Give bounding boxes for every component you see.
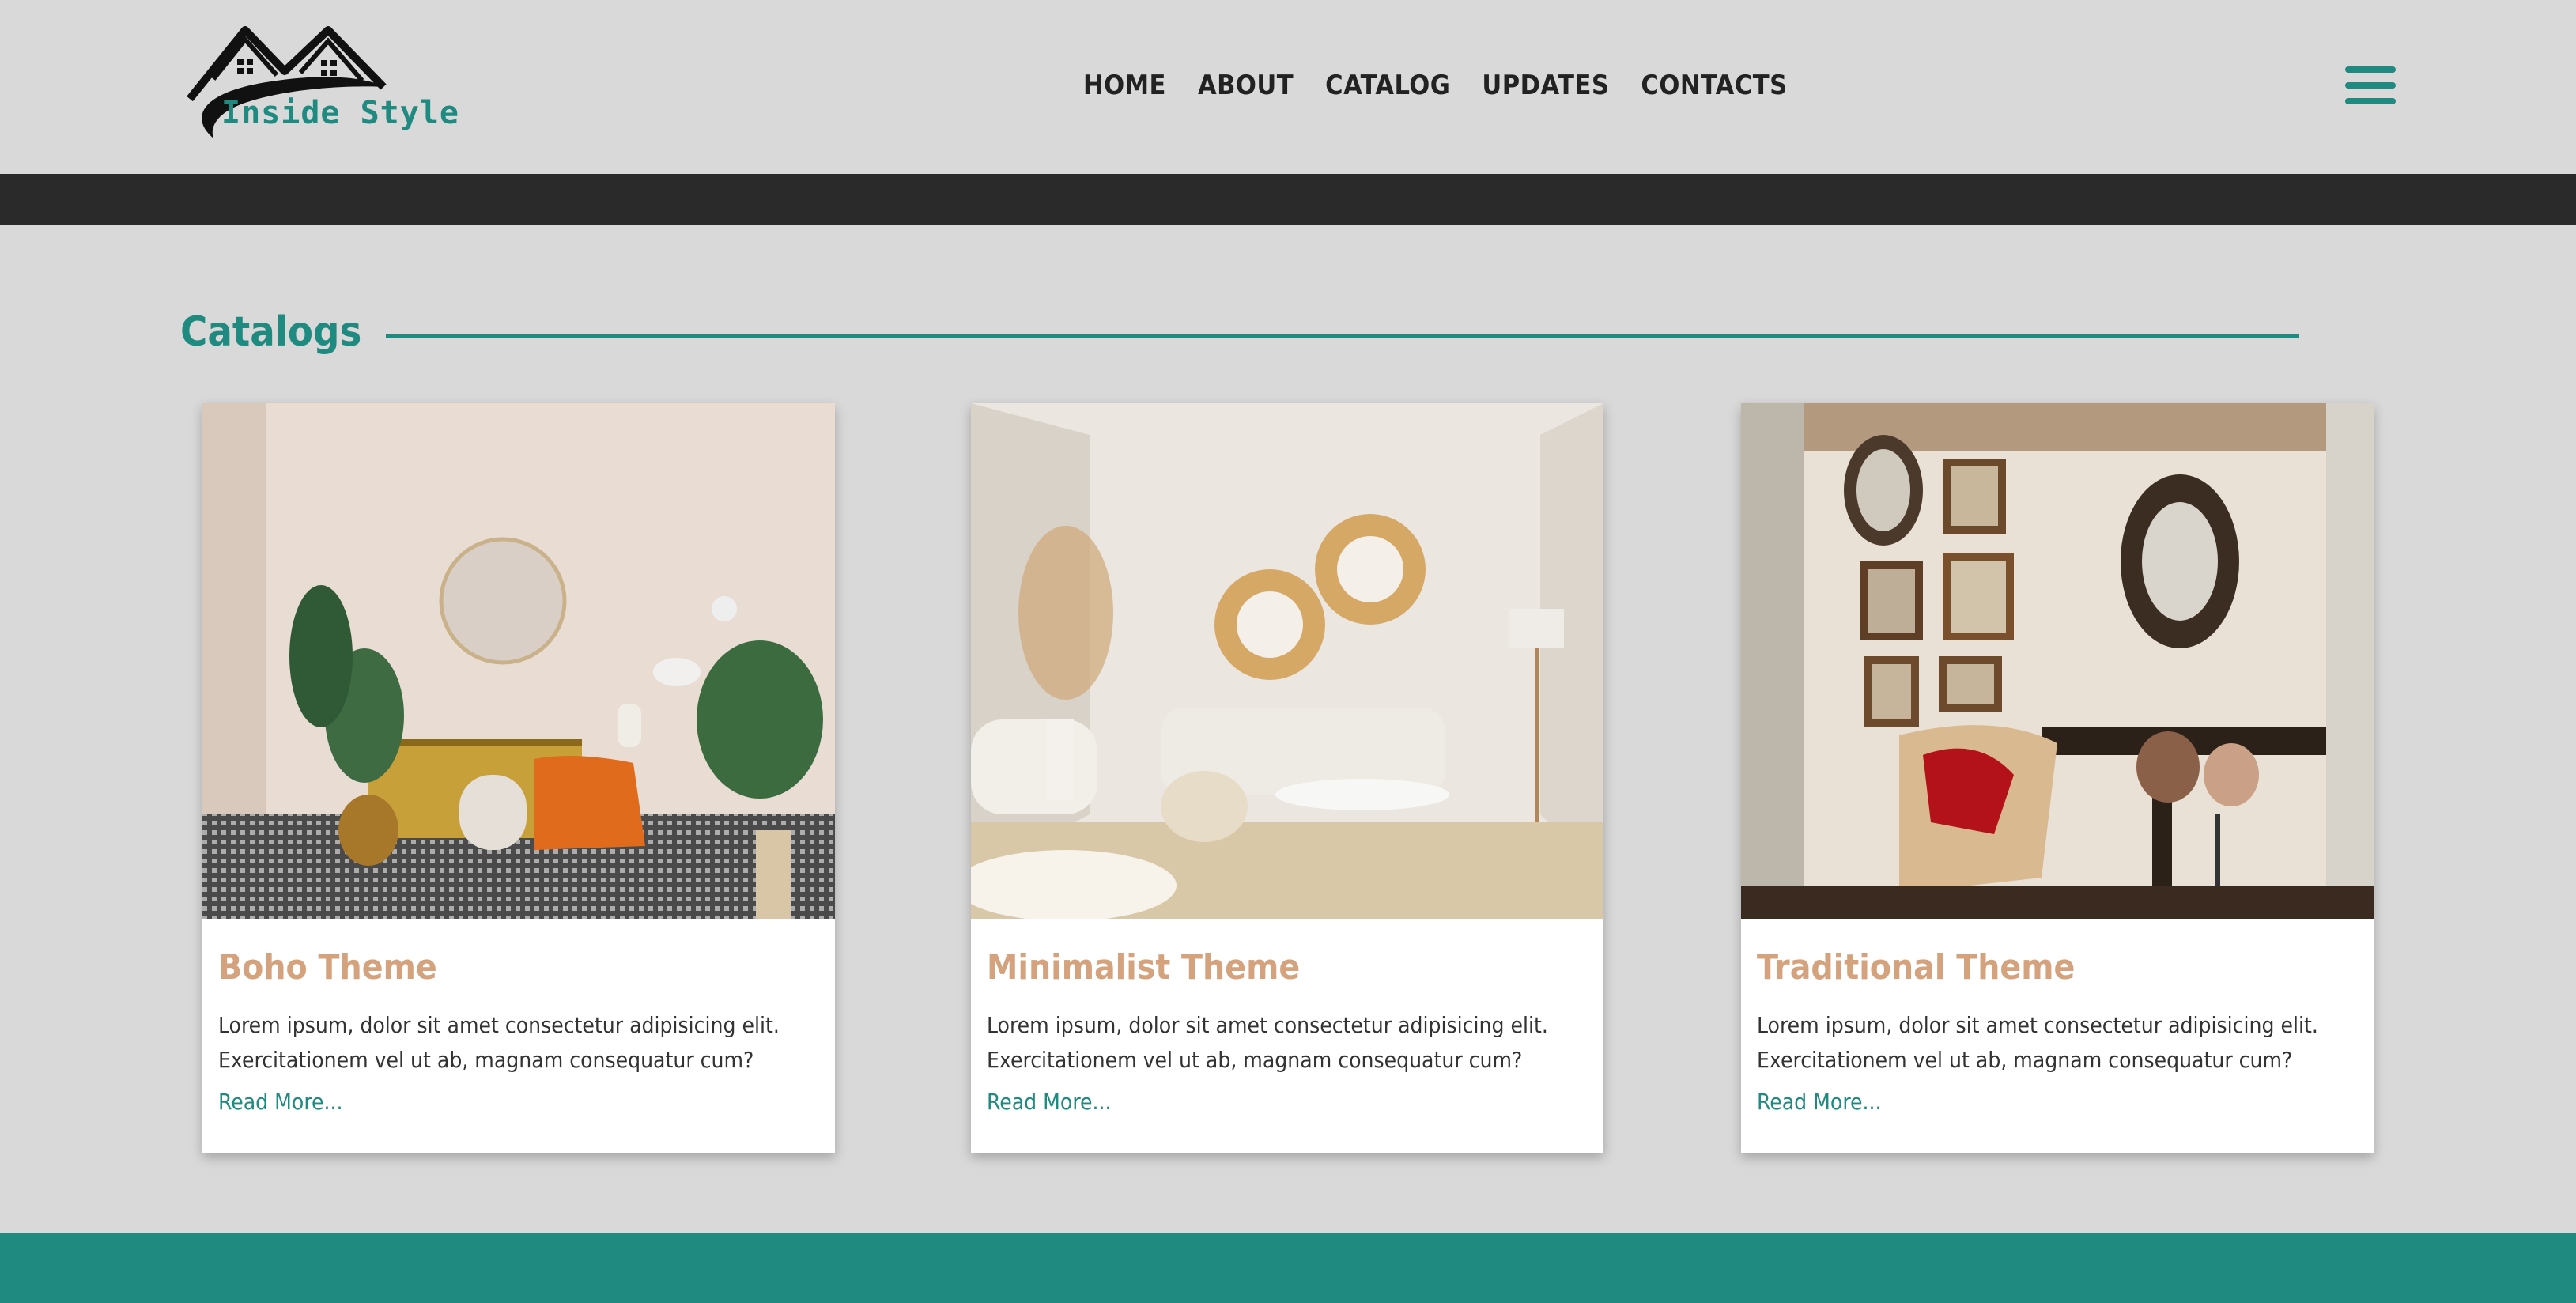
card-description-line: Lorem ipsum, dolor sit amet consectetur … <box>987 1012 1548 1038</box>
read-more-link[interactable]: Read More... <box>987 1089 1112 1115</box>
card-description-line: Lorem ipsum, dolor sit amet consectetur … <box>1757 1012 2318 1038</box>
card-body: Minimalist Theme Lorem ipsum, dolor sit … <box>971 947 1603 1115</box>
hero-band <box>0 174 2576 225</box>
nav-contacts[interactable]: CONTACTS <box>1641 70 1787 101</box>
nav-updates[interactable]: UPDATES <box>1482 70 1609 101</box>
menu-bar <box>2345 82 2396 89</box>
catalog-card-minimalist: Minimalist Theme Lorem ipsum, dolor sit … <box>971 403 1603 1153</box>
card-description-line: Exercitationem vel ut ab, magnam consequ… <box>987 1047 1523 1073</box>
card-title: Boho Theme <box>218 947 437 988</box>
read-more-link[interactable]: Read More... <box>218 1089 343 1115</box>
site-footer <box>0 1233 2576 1303</box>
section-title: Catalogs <box>180 308 362 356</box>
card-description-line: Exercitationem vel ut ab, magnam consequ… <box>218 1047 754 1073</box>
card-title: Minimalist Theme <box>987 947 1301 988</box>
menu-bar <box>2345 66 2396 73</box>
menu-bar <box>2345 98 2396 104</box>
card-body: Traditional Theme Lorem ipsum, dolor sit… <box>1741 947 2374 1115</box>
nav-about[interactable]: ABOUT <box>1198 70 1294 101</box>
card-description: Lorem ipsum, dolor sit amet consectetur … <box>1757 1008 2358 1078</box>
main-nav: HOME ABOUT CATALOG UPDATES CONTACTS <box>1083 70 1788 101</box>
card-description-line: Exercitationem vel ut ab, magnam consequ… <box>1757 1047 2293 1073</box>
nav-home[interactable]: HOME <box>1083 70 1166 101</box>
card-title: Traditional Theme <box>1757 947 2076 988</box>
catalog-card-traditional: Traditional Theme Lorem ipsum, dolor sit… <box>1741 403 2374 1153</box>
read-more-link[interactable]: Read More... <box>1757 1089 1882 1115</box>
section-divider <box>386 334 2299 338</box>
logo-text: Inside Style <box>221 95 459 131</box>
card-image-minimalist <box>971 403 1603 919</box>
catalog-card-boho: Boho Theme Lorem ipsum, dolor sit amet c… <box>202 403 835 1153</box>
hamburger-menu-icon[interactable] <box>2345 66 2396 109</box>
card-description: Lorem ipsum, dolor sit amet consectetur … <box>987 1008 1588 1078</box>
site-header: Inside Style HOME ABOUT CATALOG UPDATES … <box>0 0 2576 174</box>
nav-catalog[interactable]: CATALOG <box>1325 70 1450 101</box>
card-body: Boho Theme Lorem ipsum, dolor sit amet c… <box>202 947 835 1115</box>
card-image-traditional <box>1741 403 2374 919</box>
card-image-boho <box>202 403 835 919</box>
card-description: Lorem ipsum, dolor sit amet consectetur … <box>218 1008 819 1078</box>
card-description-line: Lorem ipsum, dolor sit amet consectetur … <box>218 1012 780 1038</box>
